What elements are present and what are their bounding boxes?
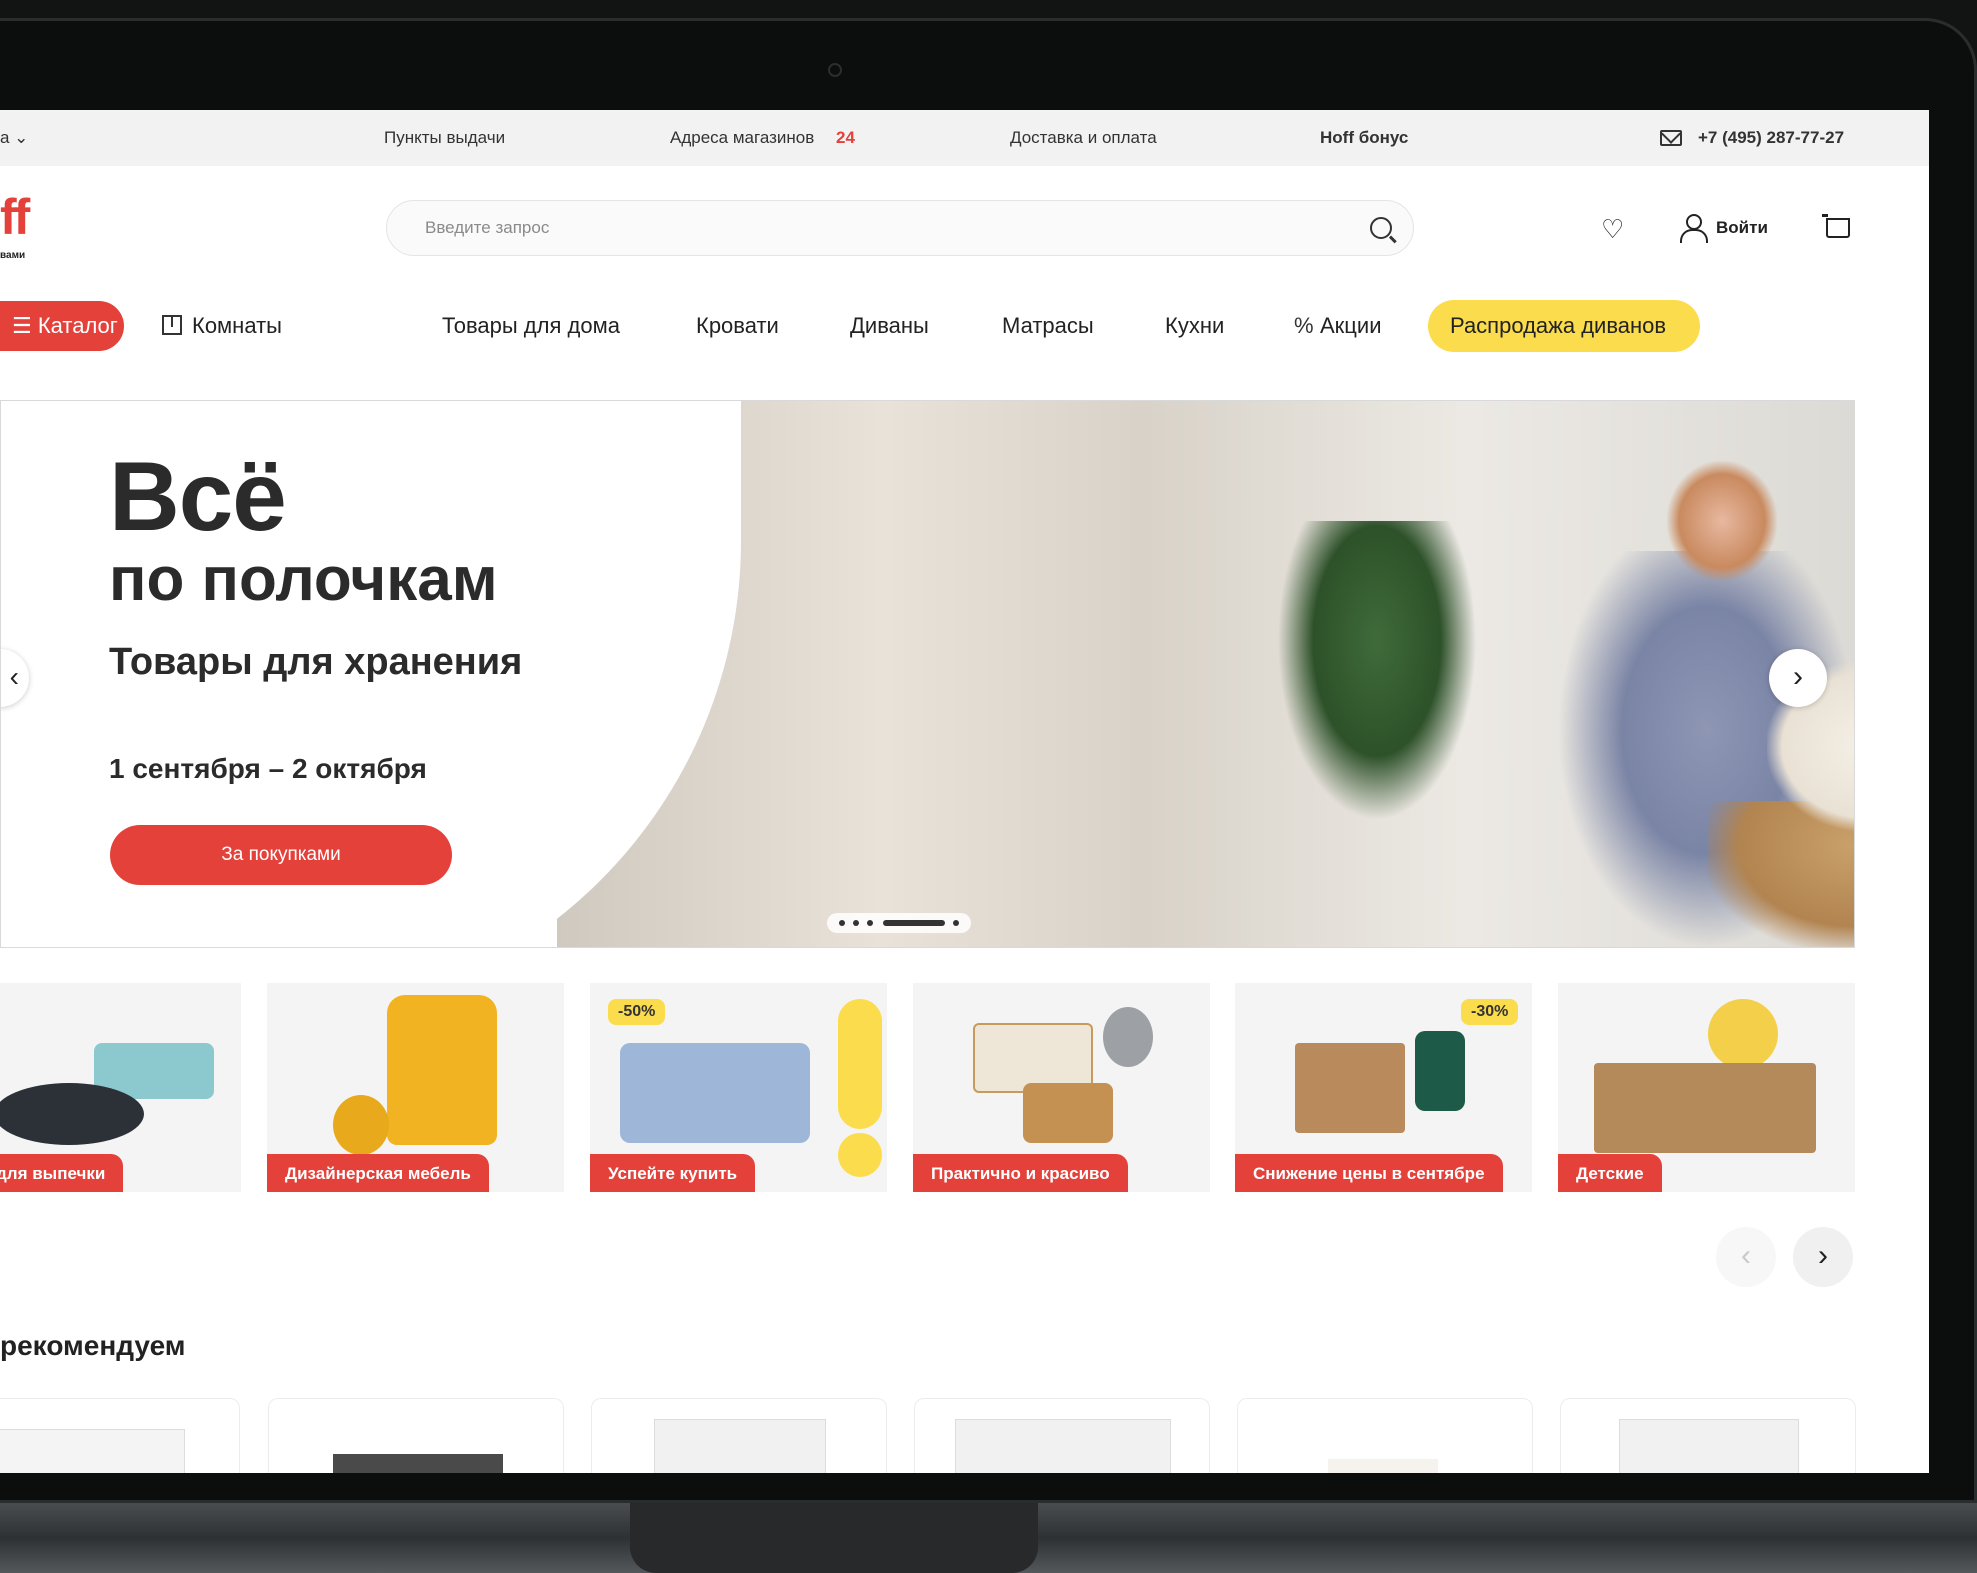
category-tile-designer-furniture[interactable]: Дизайнерская мебель xyxy=(267,983,564,1192)
rooms-icon[interactable] xyxy=(162,315,182,335)
woman-head xyxy=(1667,461,1777,581)
shop-now-button[interactable]: За покупками xyxy=(110,825,452,885)
hoff-bonus-link[interactable]: Hoff бонус xyxy=(1320,128,1408,148)
category-label: Дизайнерская мебель xyxy=(267,1154,489,1192)
hoff-logo[interactable]: ff xyxy=(0,192,30,242)
nav-sofas[interactable]: Диваны xyxy=(850,313,929,339)
user-icon[interactable] xyxy=(1680,214,1708,243)
plant-illustration xyxy=(1277,521,1477,821)
login-button[interactable]: Войти xyxy=(1716,218,1768,238)
catalog-button[interactable]: ☰ Каталог xyxy=(0,301,124,351)
browser-screen: а ⌄ Пункты выдачи Адреса магазинов 24 До… xyxy=(0,110,1929,1473)
category-tile-price-drop[interactable]: -30% Снижение цены в сентябре xyxy=(1235,983,1532,1192)
nav-kitchens[interactable]: Кухни xyxy=(1165,313,1224,339)
nav-rooms[interactable]: Комнаты xyxy=(192,313,282,339)
nav-mattresses[interactable]: Матрасы xyxy=(1002,313,1094,339)
percent-icon: % xyxy=(1294,313,1314,338)
hero-photo xyxy=(557,401,1854,947)
delivery-payment-link[interactable]: Доставка и оплата xyxy=(1010,128,1157,148)
pickup-points-link[interactable]: Пункты выдачи xyxy=(384,128,505,148)
category-tile-kids[interactable]: Детские xyxy=(1558,983,1855,1192)
store-count-badge: 24 xyxy=(836,128,855,147)
category-label: уда для выпечки xyxy=(0,1154,124,1192)
category-label: Практично и красиво xyxy=(913,1154,1128,1192)
city-selector[interactable]: а ⌄ xyxy=(0,128,28,148)
product-card[interactable] xyxy=(268,1398,564,1473)
category-label: Снижение цены в сентябре xyxy=(1235,1154,1503,1192)
search-icon[interactable] xyxy=(1370,217,1392,239)
slide-dot-active[interactable] xyxy=(883,920,945,926)
category-tile-bakeware[interactable]: уда для выпечки xyxy=(0,983,241,1192)
phone-number[interactable]: +7 (495) 287-77-27 xyxy=(1698,128,1844,148)
product-card[interactable] xyxy=(1560,1398,1856,1473)
laptop-notch xyxy=(630,1503,1038,1573)
top-info-bar: а ⌄ Пункты выдачи Адреса магазинов 24 До… xyxy=(0,110,1929,166)
search-bar xyxy=(386,200,1414,256)
category-label: Детские xyxy=(1558,1154,1662,1192)
camera-dot xyxy=(828,63,842,77)
product-card[interactable] xyxy=(1237,1398,1533,1473)
store-addresses-link[interactable]: Адреса магазинов xyxy=(670,128,814,148)
sofa-sale-button[interactable]: Распродажа диванов xyxy=(1428,300,1700,352)
slide-indicators xyxy=(827,913,971,933)
mail-icon[interactable] xyxy=(1660,130,1682,146)
hero-next-arrow[interactable]: › xyxy=(1769,649,1827,707)
recommend-heading: рекомендуем xyxy=(0,1330,186,1361)
product-card[interactable] xyxy=(914,1398,1210,1473)
search-input[interactable] xyxy=(425,213,1325,243)
catalog-label: Каталог xyxy=(37,313,118,338)
hero-title-line2: по полочкам xyxy=(109,545,498,614)
hero-dates: 1 сентября – 2 октября xyxy=(109,753,427,784)
slide-dot[interactable] xyxy=(867,920,873,926)
category-tile-practical[interactable]: Практично и красиво xyxy=(913,983,1210,1192)
discount-badge: -50% xyxy=(608,999,666,1025)
heart-icon[interactable]: ♡ xyxy=(1601,216,1627,242)
product-card[interactable] xyxy=(591,1398,887,1473)
logo-tagline: вами xyxy=(0,250,26,261)
slide-dot[interactable] xyxy=(839,920,845,926)
categories-next-arrow[interactable]: › xyxy=(1793,1227,1853,1287)
category-label: Успейте купить xyxy=(590,1154,756,1192)
hero-banner[interactable]: Всё по полочкам Товары для хранения 1 се… xyxy=(0,400,1855,948)
slide-dot[interactable] xyxy=(853,920,859,926)
categories-prev-arrow[interactable]: ‹ xyxy=(1716,1227,1776,1287)
nav-promotions[interactable]: Акции xyxy=(1320,313,1381,339)
nav-home-goods[interactable]: Товары для дома xyxy=(442,313,620,339)
slide-dot[interactable] xyxy=(953,920,959,926)
hero-subtitle: Товары для хранения xyxy=(109,641,523,683)
category-tile-hurry-up[interactable]: -50% Успейте купить xyxy=(590,983,887,1192)
cart-icon[interactable] xyxy=(1822,214,1850,240)
nav-beds[interactable]: Кровати xyxy=(696,313,779,339)
hero-title: Всё xyxy=(109,441,287,551)
discount-badge: -30% xyxy=(1461,999,1519,1025)
product-card[interactable] xyxy=(0,1398,240,1473)
